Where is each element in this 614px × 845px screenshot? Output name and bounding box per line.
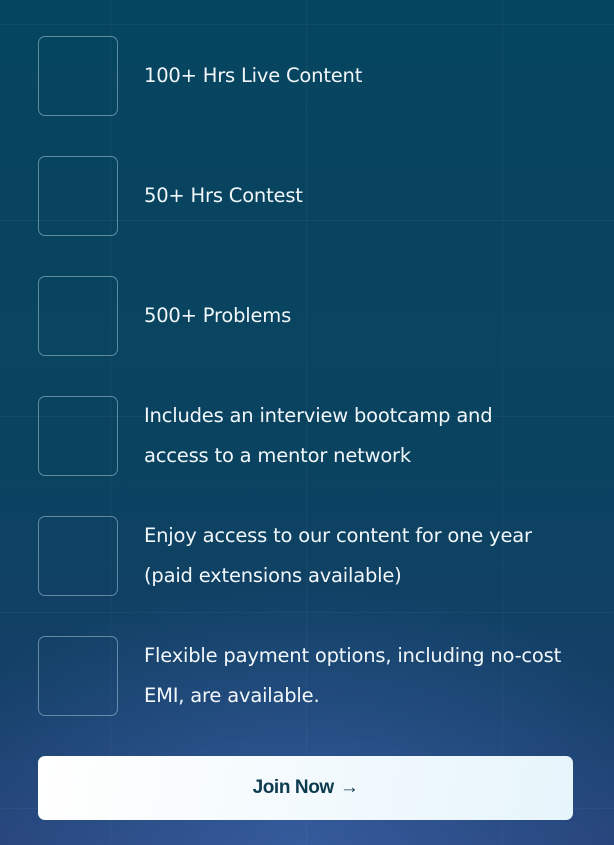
feature-icon-box: [38, 36, 118, 116]
feature-icon-box: [38, 516, 118, 596]
feature-list: 100+ Hrs Live Content 50+ Hrs Contest 50…: [38, 36, 594, 756]
feature-text: 500+ Problems: [144, 304, 292, 327]
feature-item: 500+ Problems: [38, 276, 594, 356]
feature-item: Enjoy access to our content for one year…: [38, 516, 594, 596]
feature-text: 100+ Hrs Live Content: [144, 64, 363, 87]
join-now-button[interactable]: Join Now →: [38, 756, 573, 820]
feature-text: Enjoy access to our content for one year…: [144, 524, 532, 587]
feature-item: Includes an interview bootcamp and acces…: [38, 396, 594, 476]
feature-icon-box: [38, 156, 118, 236]
feature-item: 50+ Hrs Contest: [38, 156, 594, 236]
feature-icon-box: [38, 636, 118, 716]
feature-item: 100+ Hrs Live Content: [38, 36, 594, 116]
feature-text: 50+ Hrs Contest: [144, 184, 303, 207]
feature-text: Flexible payment options, including no-c…: [144, 644, 562, 707]
feature-text: Includes an interview bootcamp and acces…: [144, 404, 493, 467]
feature-item: Flexible payment options, including no-c…: [38, 636, 594, 716]
feature-icon-box: [38, 276, 118, 356]
arrow-right-icon: →: [339, 777, 359, 798]
join-now-label: Join Now: [252, 777, 335, 798]
feature-icon-box: [38, 396, 118, 476]
